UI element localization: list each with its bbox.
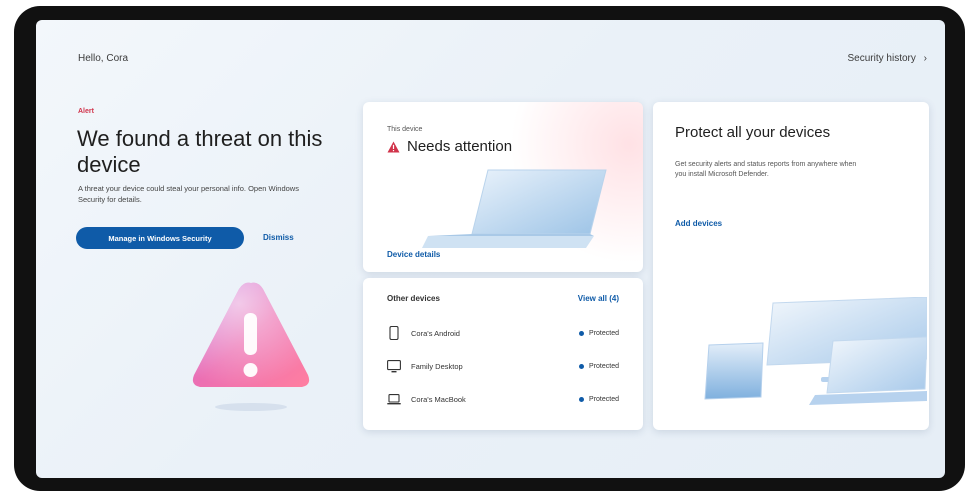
device-row[interactable]: Cora's Android Protected [387, 324, 619, 342]
this-device-label: This device [387, 126, 423, 133]
greeting-text: Hello, Cora [78, 53, 129, 64]
laptop-icon [387, 392, 401, 406]
devices-illustration-icon [704, 297, 927, 405]
manage-in-windows-security-button[interactable]: Manage in Windows Security [76, 227, 244, 249]
chevron-right-icon: › [923, 53, 927, 64]
alert-triangle-icon [387, 141, 400, 152]
other-devices-title: Other devices [387, 294, 440, 303]
app-screen: Hello, Cora Security history › Alert We … [36, 20, 945, 478]
other-devices-card: Other devices View all (4) Cora's Androi… [363, 278, 643, 430]
status-dot [579, 330, 585, 336]
security-history-label: Security history [847, 53, 916, 64]
dismiss-link[interactable]: Dismiss [263, 233, 294, 242]
device-status-text: Protected [589, 362, 619, 370]
view-all-link[interactable]: View all (4) [578, 294, 619, 303]
protect-description: Get security alerts and status reports f… [675, 161, 857, 178]
laptop-illustration-icon [422, 169, 607, 248]
desktop-icon [387, 359, 401, 373]
device-status: Needs attention [387, 138, 512, 155]
status-dot [579, 363, 585, 369]
device-name: Family Desktop [411, 361, 463, 371]
device-name: Cora's MacBook [411, 394, 466, 404]
phone-icon [387, 326, 401, 340]
this-device-card: This device Needs attention Device detai… [363, 102, 643, 272]
status-dot [579, 396, 585, 402]
security-history-link[interactable]: Security history › [848, 53, 927, 64]
device-name: Cora's Android [411, 328, 460, 338]
device-status-text: Protected [589, 395, 619, 403]
warning-triangle-icon [192, 282, 310, 411]
threat-description: A threat your device could steal your pe… [78, 184, 299, 204]
threat-title: We found a threat on this device [77, 126, 323, 177]
needs-attention-text: Needs attention [407, 138, 513, 155]
protect-devices-card: Protect all your devices Get security al… [653, 102, 929, 430]
device-row[interactable]: Cora's MacBook Protected [387, 390, 619, 408]
add-devices-link[interactable]: Add devices [675, 219, 722, 228]
device-details-link[interactable]: Device details [387, 250, 440, 259]
device-status-text: Protected [589, 329, 619, 337]
alert-tag: Alert [78, 108, 94, 115]
device-row[interactable]: Family Desktop Protected [387, 357, 619, 375]
protect-title: Protect all your devices [675, 124, 831, 141]
